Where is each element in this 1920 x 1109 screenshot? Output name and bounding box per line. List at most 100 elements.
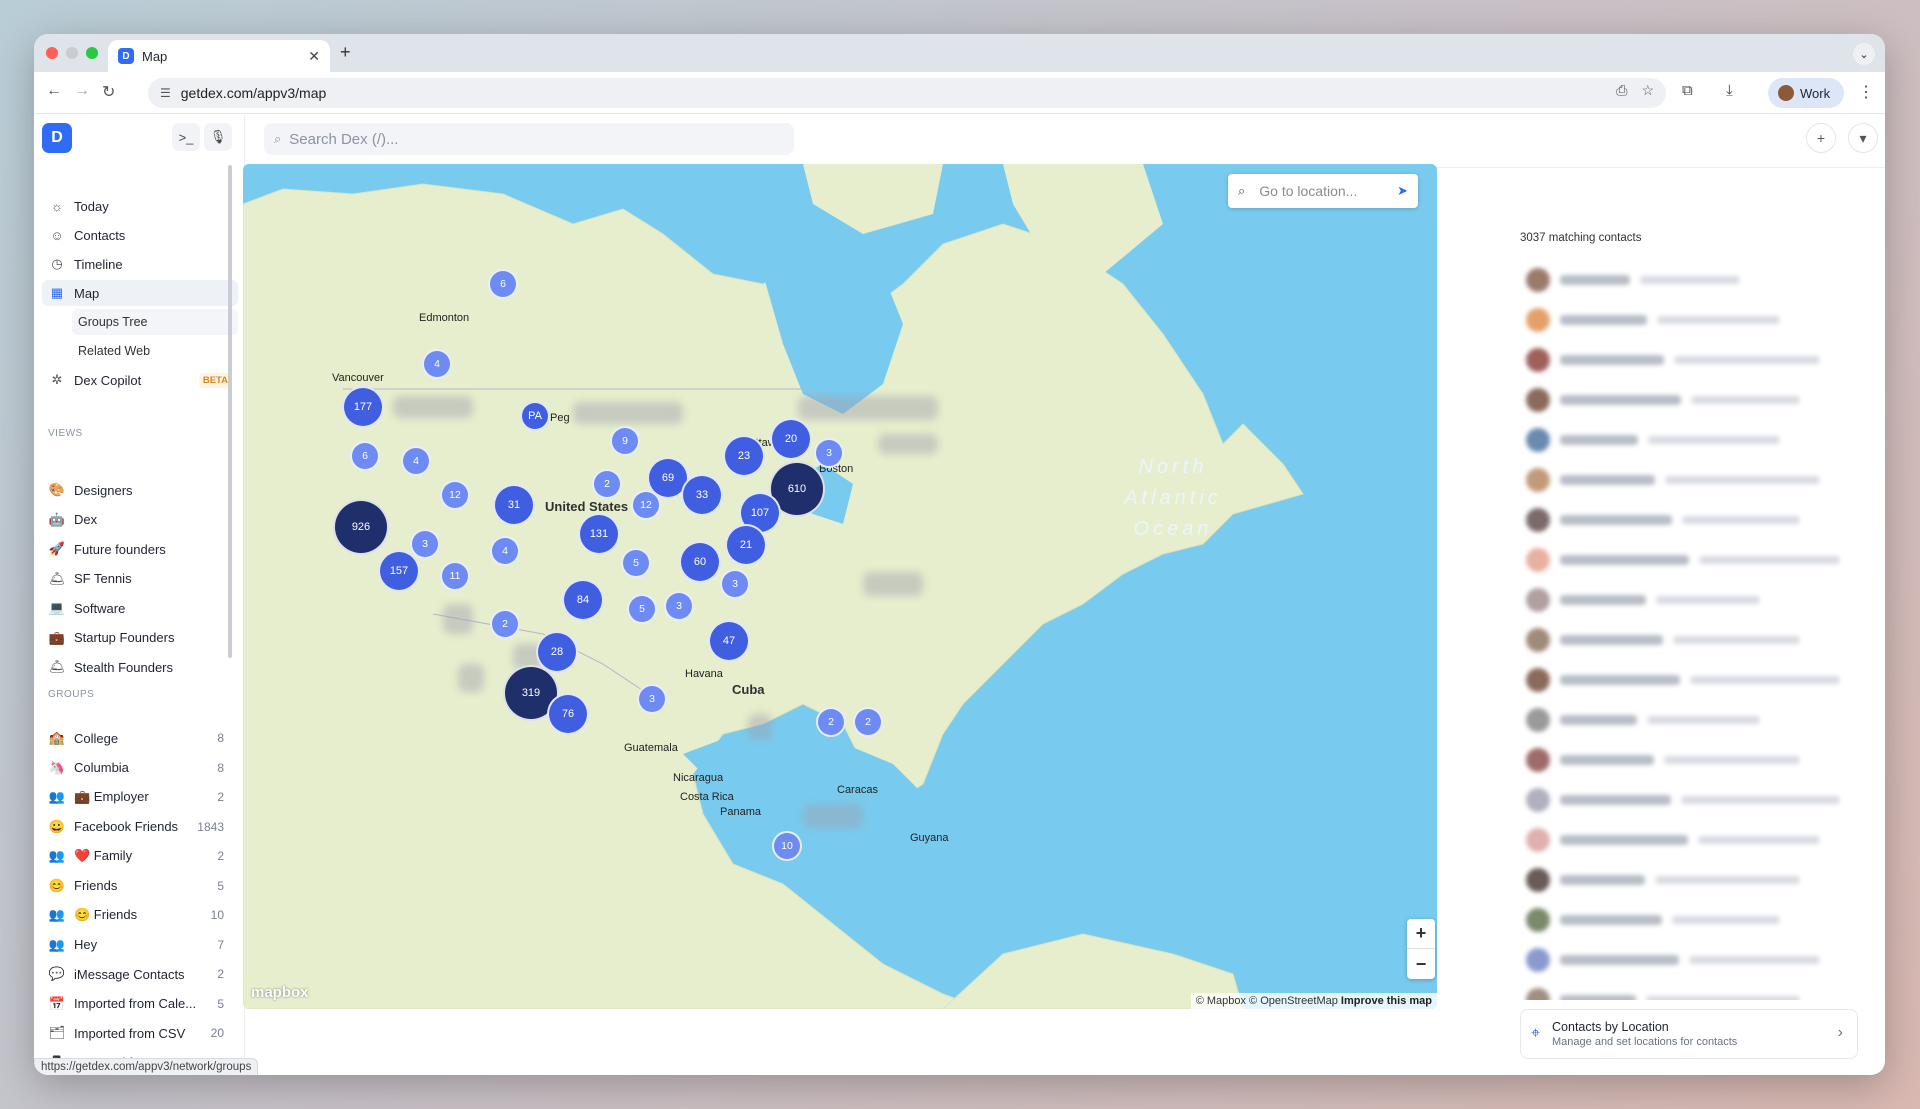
cluster-marker[interactable]: 4	[490, 536, 520, 566]
contact-row[interactable]	[1520, 420, 1855, 460]
nav-map[interactable]: ▦ Map	[42, 280, 238, 306]
cluster-marker[interactable]: 4	[422, 349, 452, 379]
cluster-marker[interactable]: 31	[493, 484, 535, 526]
cluster-marker[interactable]: 3	[664, 591, 694, 621]
cluster-marker[interactable]: 3	[410, 529, 440, 559]
nav-dex-copilot[interactable]: ✲ Dex Copilot BETA	[42, 367, 238, 393]
cluster-marker[interactable]: 4	[401, 446, 431, 476]
contact-row[interactable]	[1520, 620, 1855, 660]
browser-menu-icon[interactable]: ⋮	[1858, 82, 1874, 102]
contact-row[interactable]	[1520, 780, 1855, 820]
cluster-marker[interactable]: 2	[592, 469, 622, 499]
cluster-marker[interactable]: 23	[723, 435, 765, 477]
cluster-marker[interactable]: 6	[488, 269, 518, 299]
contact-marker[interactable]	[798, 396, 938, 420]
reload-icon[interactable]: ↻	[102, 82, 115, 102]
go-to-location-input[interactable]: ⌕ Go to location... ➤	[1228, 174, 1418, 208]
extensions-icon[interactable]: ⧉	[1682, 82, 1693, 99]
contact-row[interactable]	[1520, 260, 1855, 300]
cluster-marker[interactable]: 10	[772, 831, 802, 861]
forward-icon[interactable]: →	[74, 82, 90, 100]
cluster-marker[interactable]: 3	[637, 684, 667, 714]
contact-marker[interactable]	[443, 604, 473, 634]
contact-row[interactable]	[1520, 500, 1855, 540]
contact-row[interactable]	[1520, 580, 1855, 620]
cluster-marker[interactable]: 6	[350, 441, 380, 471]
dex-logo[interactable]: D	[42, 123, 72, 153]
contact-row[interactable]	[1520, 980, 1855, 1000]
maximize-window-button[interactable]	[86, 47, 98, 59]
close-window-button[interactable]	[46, 47, 58, 59]
group-item[interactable]: 😊 Friends 5	[42, 873, 238, 899]
group-item[interactable]: 👥 💼 Employer 2	[42, 784, 238, 810]
contact-row[interactable]	[1520, 380, 1855, 420]
map-canvas[interactable]: North Atlantic Ocean Edmonton Vancouver Un…	[243, 164, 1437, 1009]
cluster-marker[interactable]: 47	[708, 620, 750, 662]
contact-row[interactable]	[1520, 540, 1855, 580]
microphone-icon[interactable]: 🎙	[204, 123, 232, 151]
profile-button[interactable]: Work	[1768, 78, 1844, 108]
cluster-marker[interactable]: 76	[547, 693, 589, 735]
contact-row[interactable]	[1520, 660, 1855, 700]
cluster-marker[interactable]: 131	[578, 513, 620, 555]
back-icon[interactable]: ←	[46, 82, 62, 100]
group-item[interactable]: 💬 iMessage Contacts 2	[42, 961, 238, 987]
contact-row[interactable]	[1520, 300, 1855, 340]
view-item[interactable]: 🚀 Future founders	[42, 536, 238, 562]
contact-marker[interactable]	[458, 664, 484, 692]
group-item[interactable]: 📅 Imported from Cale... 5	[42, 991, 238, 1017]
cluster-marker[interactable]: 60	[679, 541, 721, 583]
cluster-marker[interactable]: 5	[627, 594, 657, 624]
locate-arrow-icon[interactable]: ➤	[1397, 183, 1408, 199]
view-item[interactable]: 🛎 SF Tennis	[42, 566, 238, 592]
tab-search-icon[interactable]: ⌄	[1853, 43, 1875, 65]
nav-contacts[interactable]: ☺ Contacts	[42, 222, 238, 248]
cluster-marker[interactable]: 5	[621, 548, 651, 578]
attribution-text[interactable]: © Mapbox © OpenStreetMap	[1196, 995, 1338, 1007]
contact-marker[interactable]	[878, 434, 938, 454]
improve-map-link[interactable]: Improve this map	[1341, 995, 1432, 1007]
cluster-marker[interactable]: 20	[770, 418, 812, 460]
mapbox-logo[interactable]: mapbox	[251, 984, 309, 1001]
cluster-marker[interactable]: 2	[816, 707, 846, 737]
contact-marker[interactable]	[803, 804, 863, 828]
contact-row[interactable]	[1520, 700, 1855, 740]
cluster-marker[interactable]: 2	[853, 707, 883, 737]
cluster-marker[interactable]: 9	[610, 426, 640, 456]
url-field[interactable]: ☰ getdex.com/appv3/map ⎙ ☆	[148, 78, 1666, 108]
contact-row[interactable]	[1520, 900, 1855, 940]
view-item[interactable]: 🎨 Designers	[42, 477, 238, 503]
downloads-icon[interactable]: ⤓	[1726, 82, 1733, 99]
contact-row[interactable]	[1520, 860, 1855, 900]
group-item[interactable]: 👥 😊 Friends 10	[42, 902, 238, 928]
cluster-marker[interactable]: 3	[720, 569, 750, 599]
cluster-marker[interactable]: 33	[681, 474, 723, 516]
browser-tab[interactable]: D Map ✕	[108, 40, 330, 72]
contact-list[interactable]	[1520, 260, 1855, 1000]
cluster-marker[interactable]: 21	[725, 524, 767, 566]
view-item[interactable]: 🛎 Stealth Founders	[42, 654, 238, 680]
cluster-marker[interactable]: 12	[631, 490, 661, 520]
cluster-marker[interactable]: 3	[814, 438, 844, 468]
contact-marker[interactable]	[573, 402, 683, 424]
nav-related-web[interactable]: Related Web	[72, 338, 238, 364]
install-app-icon[interactable]: ⎙	[1616, 82, 1627, 99]
contact-row[interactable]	[1520, 460, 1855, 500]
group-item[interactable]: 👥 Hey 7	[42, 932, 238, 958]
contact-marker[interactable]	[748, 714, 772, 740]
cluster-marker[interactable]: 84	[562, 579, 604, 621]
contact-row[interactable]	[1520, 820, 1855, 860]
sidebar-scrollbar[interactable]	[228, 165, 232, 658]
contact-row[interactable]	[1520, 940, 1855, 980]
cluster-marker[interactable]: 11	[440, 561, 470, 591]
cluster-marker[interactable]: 12	[440, 480, 470, 510]
cluster-marker[interactable]: PA	[520, 401, 550, 431]
close-tab-icon[interactable]: ✕	[308, 48, 320, 65]
nav-timeline[interactable]: ◷ Timeline	[42, 251, 238, 277]
minimize-window-button[interactable]	[66, 47, 78, 59]
zoom-out-button[interactable]: −	[1407, 949, 1435, 979]
contact-row[interactable]	[1520, 740, 1855, 780]
zoom-in-button[interactable]: +	[1407, 919, 1435, 949]
contact-marker[interactable]	[863, 572, 923, 596]
nav-groups-tree[interactable]: Groups Tree	[72, 309, 238, 335]
